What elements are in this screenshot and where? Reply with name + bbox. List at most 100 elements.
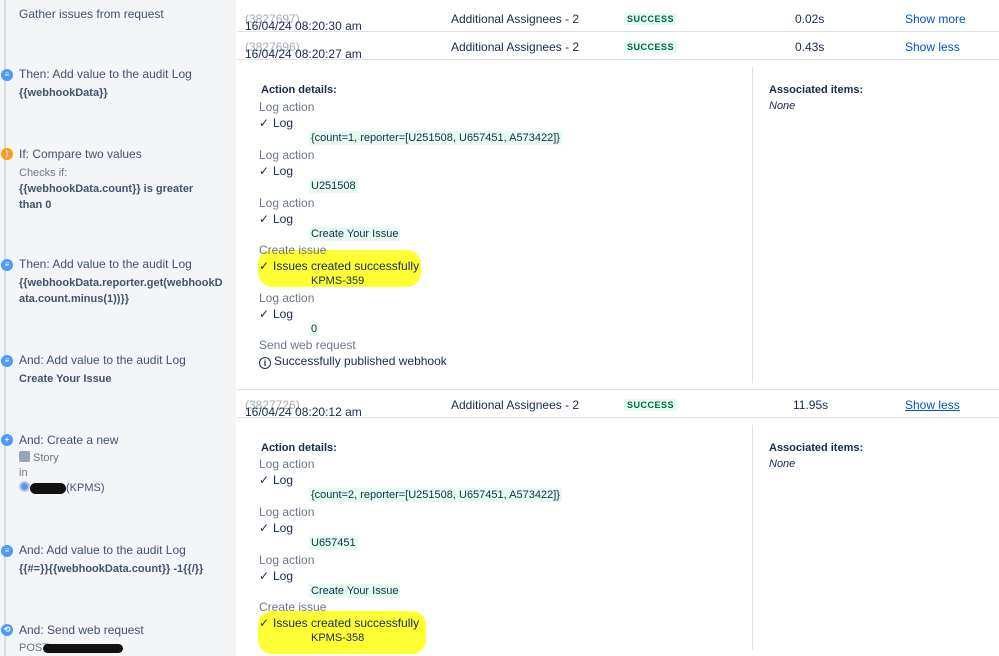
rule-step-detail: Create Your Issue xyxy=(19,373,112,385)
action-result: ✓ Log xyxy=(259,212,293,226)
check-icon: ✓ xyxy=(259,616,270,630)
audit-log-icon: ≡ xyxy=(1,355,13,367)
associated-items-heading: Associated items: xyxy=(769,442,864,454)
action-result: i Successfully published webhook xyxy=(259,354,447,369)
action-result-text: Issues created successfully xyxy=(273,616,420,630)
action-type: Send web request xyxy=(259,338,356,352)
action-type: Create issue xyxy=(259,243,327,257)
log-date: 16/04/24 08:20:30 am (3827697) xyxy=(245,12,362,33)
action-result-text: Log xyxy=(273,473,294,487)
status-badge: SUCCESS xyxy=(624,13,678,25)
check-icon: ✓ xyxy=(259,164,270,178)
rule-step-audit-log-2[interactable]: ≡ Then: Add value to the audit Log {{web… xyxy=(1,257,231,307)
action-value: Create Your Issue xyxy=(309,584,401,598)
action-result: ✓ Log xyxy=(259,521,293,535)
log-date: 16/04/24 08:20:27 am (3827696) xyxy=(245,40,362,61)
log-duration: 0.02s xyxy=(795,12,825,26)
log-rule-name: Additional Assignees - 2 xyxy=(451,40,580,54)
rule-step-title: And: Add value to the audit Log xyxy=(19,543,186,557)
action-result-text: Log xyxy=(273,212,294,226)
rule-step-title: Then: Add value to the audit Log xyxy=(19,67,192,81)
action-value: U657451 xyxy=(309,536,358,550)
table-row[interactable]: 16/04/24 08:20:27 am (3827696) Additiona… xyxy=(237,33,999,61)
show-less-link[interactable]: Show less xyxy=(905,398,960,412)
audit-log-icon: ≡ xyxy=(1,69,13,81)
action-type: Log action xyxy=(259,553,315,567)
action-value: 0 xyxy=(309,322,320,336)
action-result-text: Successfully published webhook xyxy=(274,354,447,368)
action-result: ✓ Log xyxy=(259,164,293,178)
redacted-project-name xyxy=(30,482,66,494)
action-type: Log action xyxy=(259,148,315,162)
action-value: Create Your Issue xyxy=(309,227,401,241)
associated-items-heading: Associated items: xyxy=(769,84,864,96)
rule-step-project: (KPMS) xyxy=(19,481,231,496)
action-result-text: Log xyxy=(273,521,294,535)
web-request-icon: ⟲ xyxy=(1,624,13,636)
show-less-link[interactable]: Show less xyxy=(905,40,960,54)
action-type: Log action xyxy=(259,196,315,210)
check-icon: ✓ xyxy=(259,521,270,535)
action-details-heading: Action details: xyxy=(261,442,337,454)
rule-step-detail: {{#=}}{{webhookData.count}} -1{{/}} xyxy=(19,563,204,575)
action-result: ✓ Log xyxy=(259,569,293,583)
log-date-text: 16/04/24 08:20:27 am xyxy=(245,47,362,61)
rule-step-gather-issues[interactable]: Gather issues from request xyxy=(19,7,231,22)
rule-step-audit-log-4[interactable]: ≡ And: Add value to the audit Log {{#=}}… xyxy=(1,543,231,577)
table-row[interactable]: 16/04/24 08:20:30 am (3827697) Additiona… xyxy=(237,5,999,33)
action-type: Log action xyxy=(259,100,315,114)
status-badge: SUCCESS xyxy=(624,399,678,411)
rule-step-method: POST xyxy=(19,641,231,656)
action-type: Create issue xyxy=(259,600,327,614)
log-duration: 11.95s xyxy=(793,398,829,412)
action-result-text: Log xyxy=(273,164,294,178)
action-value: {count=2, reporter=[U251508, U657451, A5… xyxy=(309,488,562,502)
action-result: ✓ Log xyxy=(259,473,293,487)
action-result: ✓ Issues created successfully xyxy=(259,259,419,273)
check-icon: ✓ xyxy=(259,307,270,321)
action-result-text: Log xyxy=(273,116,294,130)
redacted-url xyxy=(42,643,123,653)
rule-step-detail: {{webhookData}} xyxy=(19,87,108,99)
project-key: (KPMS) xyxy=(66,482,105,494)
action-result: ✓ Log xyxy=(259,116,293,130)
log-duration: 0.43s xyxy=(795,40,825,54)
check-icon: ✓ xyxy=(259,116,270,130)
show-more-link[interactable]: Show more xyxy=(905,12,966,26)
log-date-text: 16/04/24 08:20:30 am xyxy=(245,19,362,33)
check-icon: ✓ xyxy=(259,473,270,487)
rule-step-title: Then: Add value to the audit Log xyxy=(19,257,192,271)
rule-timeline-line xyxy=(4,0,6,656)
action-details-heading: Action details: xyxy=(261,84,337,96)
rule-step-title: If: Compare two values xyxy=(19,147,142,161)
audit-log-icon: ≡ xyxy=(1,545,13,557)
create-issue-icon: + xyxy=(1,434,13,446)
check-icon: ✓ xyxy=(259,212,270,226)
rule-step-create-issue[interactable]: + And: Create a new Story in (KPMS) xyxy=(1,433,231,496)
rule-step-title: Gather issues from request xyxy=(19,7,164,21)
check-icon: ✓ xyxy=(259,259,270,273)
action-type: Log action xyxy=(259,291,315,305)
rule-step-send-web-request[interactable]: ⟲ And: Send web request POST xyxy=(1,623,231,656)
details-divider xyxy=(752,67,753,383)
rule-step-compare-values[interactable]: ) If: Compare two values Checks if: {{we… xyxy=(1,147,231,213)
project-avatar-icon xyxy=(19,481,30,492)
audit-log-icon: ≡ xyxy=(1,259,13,271)
action-result: ✓ Issues created successfully xyxy=(259,616,419,630)
check-icon: ✓ xyxy=(259,569,270,583)
action-result-text: Issues created successfully xyxy=(273,259,420,273)
associated-items-value: None xyxy=(769,458,796,470)
rule-step-title: And: Add value to the audit Log xyxy=(19,353,186,367)
rule-step-issue-type: Story xyxy=(19,451,231,466)
condition-icon: ) xyxy=(1,148,13,160)
rule-step-in-label: in xyxy=(19,467,28,479)
status-badge: SUCCESS xyxy=(624,41,678,53)
log-rule-name: Additional Assignees - 2 xyxy=(451,398,580,412)
rule-step-audit-log-3[interactable]: ≡ And: Add value to the audit Log Create… xyxy=(1,353,231,387)
action-type: Log action xyxy=(259,457,315,471)
rule-step-checks-label: Checks if: xyxy=(19,167,68,179)
rule-step-audit-log-1[interactable]: ≡ Then: Add value to the audit Log {{web… xyxy=(1,67,231,101)
action-type: Log action xyxy=(259,505,315,519)
table-row[interactable]: 16/04/24 08:20:12 am (3827726) Additiona… xyxy=(237,391,999,419)
associated-items-value: None xyxy=(769,100,796,112)
